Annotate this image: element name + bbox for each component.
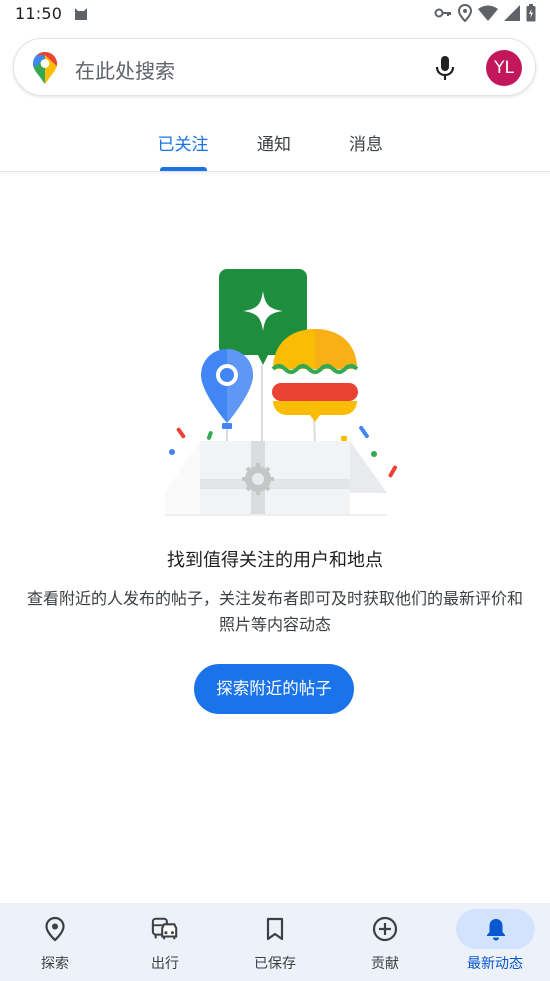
search-input[interactable]: 在此处搜索	[75, 55, 175, 84]
nav-item-go[interactable]: 出行	[110, 903, 220, 981]
tab-notifications[interactable]: 通知	[248, 130, 300, 155]
signal-icon	[504, 5, 520, 21]
nav-item-explore[interactable]: 探索	[0, 903, 110, 981]
nav-label-go: 出行	[151, 956, 179, 972]
location-pin-icon	[41, 915, 69, 943]
nav-label-contribute: 贡献	[371, 956, 399, 972]
maps-logo-icon	[33, 52, 57, 84]
nav-label-explore: 探索	[41, 956, 69, 972]
empty-state-illustration	[165, 269, 397, 516]
bookmark-icon	[261, 915, 289, 943]
tab-bar: 已关注 通知 消息	[0, 112, 550, 172]
bottom-nav: 探索 出行 已保存 贡献 最新动态	[0, 903, 550, 981]
tab-messages[interactable]: 消息	[340, 130, 392, 155]
empty-state-description: 查看附近的人发布的帖子，关注发布者即可及时获取他们的最新评价和照片等内容动态	[26, 589, 523, 634]
tab-active-indicator	[160, 167, 207, 171]
key-icon	[434, 8, 451, 18]
nav-item-saved[interactable]: 已保存	[220, 903, 330, 981]
avatar[interactable]: YL	[486, 50, 522, 86]
cat-icon	[75, 8, 87, 20]
mic-icon[interactable]	[432, 54, 458, 82]
battery-icon	[526, 4, 536, 22]
nav-label-saved: 已保存	[254, 956, 296, 972]
nav-item-updates[interactable]: 最新动态	[440, 903, 550, 981]
bell-icon	[482, 915, 510, 943]
status-icons	[434, 4, 536, 22]
empty-state-title: 找到值得关注的用户和地点	[167, 550, 383, 571]
nav-label-updates: 最新动态	[467, 956, 523, 972]
location-icon	[458, 4, 472, 22]
explore-nearby-posts-button[interactable]: 探索附近的帖子	[194, 664, 354, 714]
search-bar[interactable]: 在此处搜索 YL	[13, 38, 536, 96]
status-bar: 11:50	[0, 0, 550, 28]
wifi-icon	[478, 5, 498, 21]
tab-following[interactable]: 已关注	[150, 130, 216, 155]
status-time: 11:50	[15, 4, 63, 23]
add-circle-icon	[371, 915, 399, 943]
nav-item-contribute[interactable]: 贡献	[330, 903, 440, 981]
commute-icon	[151, 915, 179, 943]
